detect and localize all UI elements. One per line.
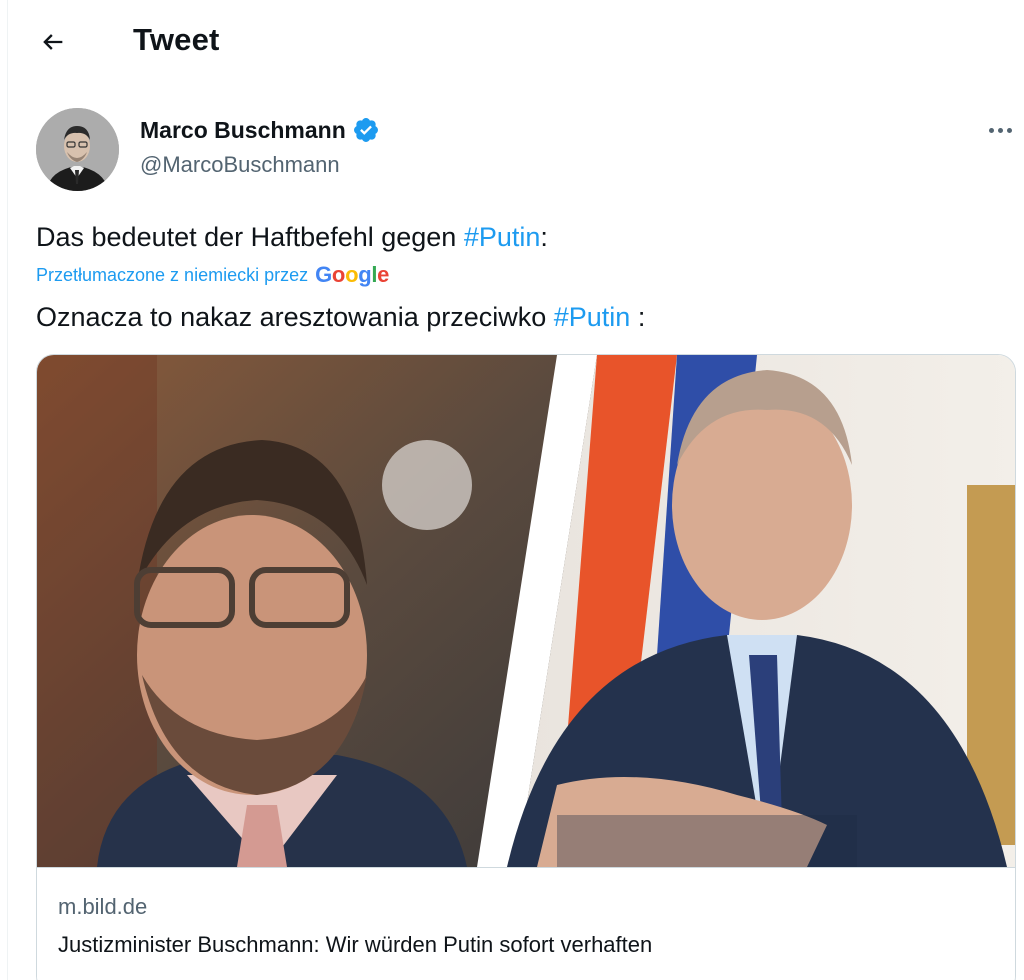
tweet-text-part: : — [540, 222, 548, 252]
card-image-graphic — [37, 355, 1015, 867]
avatar[interactable] — [36, 108, 119, 191]
page-title: Tweet — [133, 22, 220, 57]
card-image[interactable] — [37, 355, 1015, 867]
translated-text-part: : — [630, 302, 646, 332]
arrow-left-icon — [43, 34, 63, 50]
tweet-header: Tweet — [0, 0, 1024, 84]
translated-text-part: Oznacza to nakaz aresztowania przeciwko — [36, 302, 554, 332]
card-domain: m.bild.de — [58, 894, 148, 919]
verified-badge-icon — [353, 118, 378, 142]
tweet-text-part: Das bedeutet der Haftbefehl gegen — [36, 222, 464, 252]
hashtag-link[interactable]: #Putin — [464, 222, 541, 252]
card-footer[interactable]: m.bild.de Justizminister Buschmann: Wir … — [37, 867, 1015, 980]
tweet-text: Das bedeutet der Haftbefehl gegen #Putin… — [36, 220, 548, 254]
more-horizontal-icon — [988, 127, 994, 133]
translation-label: Przetłumaczone z niemiecki przez — [36, 264, 309, 285]
google-logo: Google — [315, 262, 390, 287]
author-name[interactable]: Marco Buschmann — [140, 117, 346, 144]
link-card[interactable]: m.bild.de Justizminister Buschmann: Wir … — [36, 354, 1016, 980]
author-name-row[interactable]: Marco Buschmann — [140, 116, 380, 144]
back-button[interactable] — [30, 22, 76, 62]
translation-attribution[interactable]: Przetłumaczone z niemiecki przez Google — [36, 262, 389, 288]
avatar-image — [36, 108, 119, 191]
left-border — [0, 0, 8, 980]
author-handle[interactable]: @MarcoBuschmann — [140, 152, 340, 178]
translated-text: Oznacza to nakaz aresztowania przeciwko … — [36, 300, 645, 334]
card-title: Justizminister Buschmann: Wir würden Put… — [58, 932, 653, 957]
hashtag-link[interactable]: #Putin — [554, 302, 631, 332]
more-options-button[interactable] — [982, 116, 1018, 144]
